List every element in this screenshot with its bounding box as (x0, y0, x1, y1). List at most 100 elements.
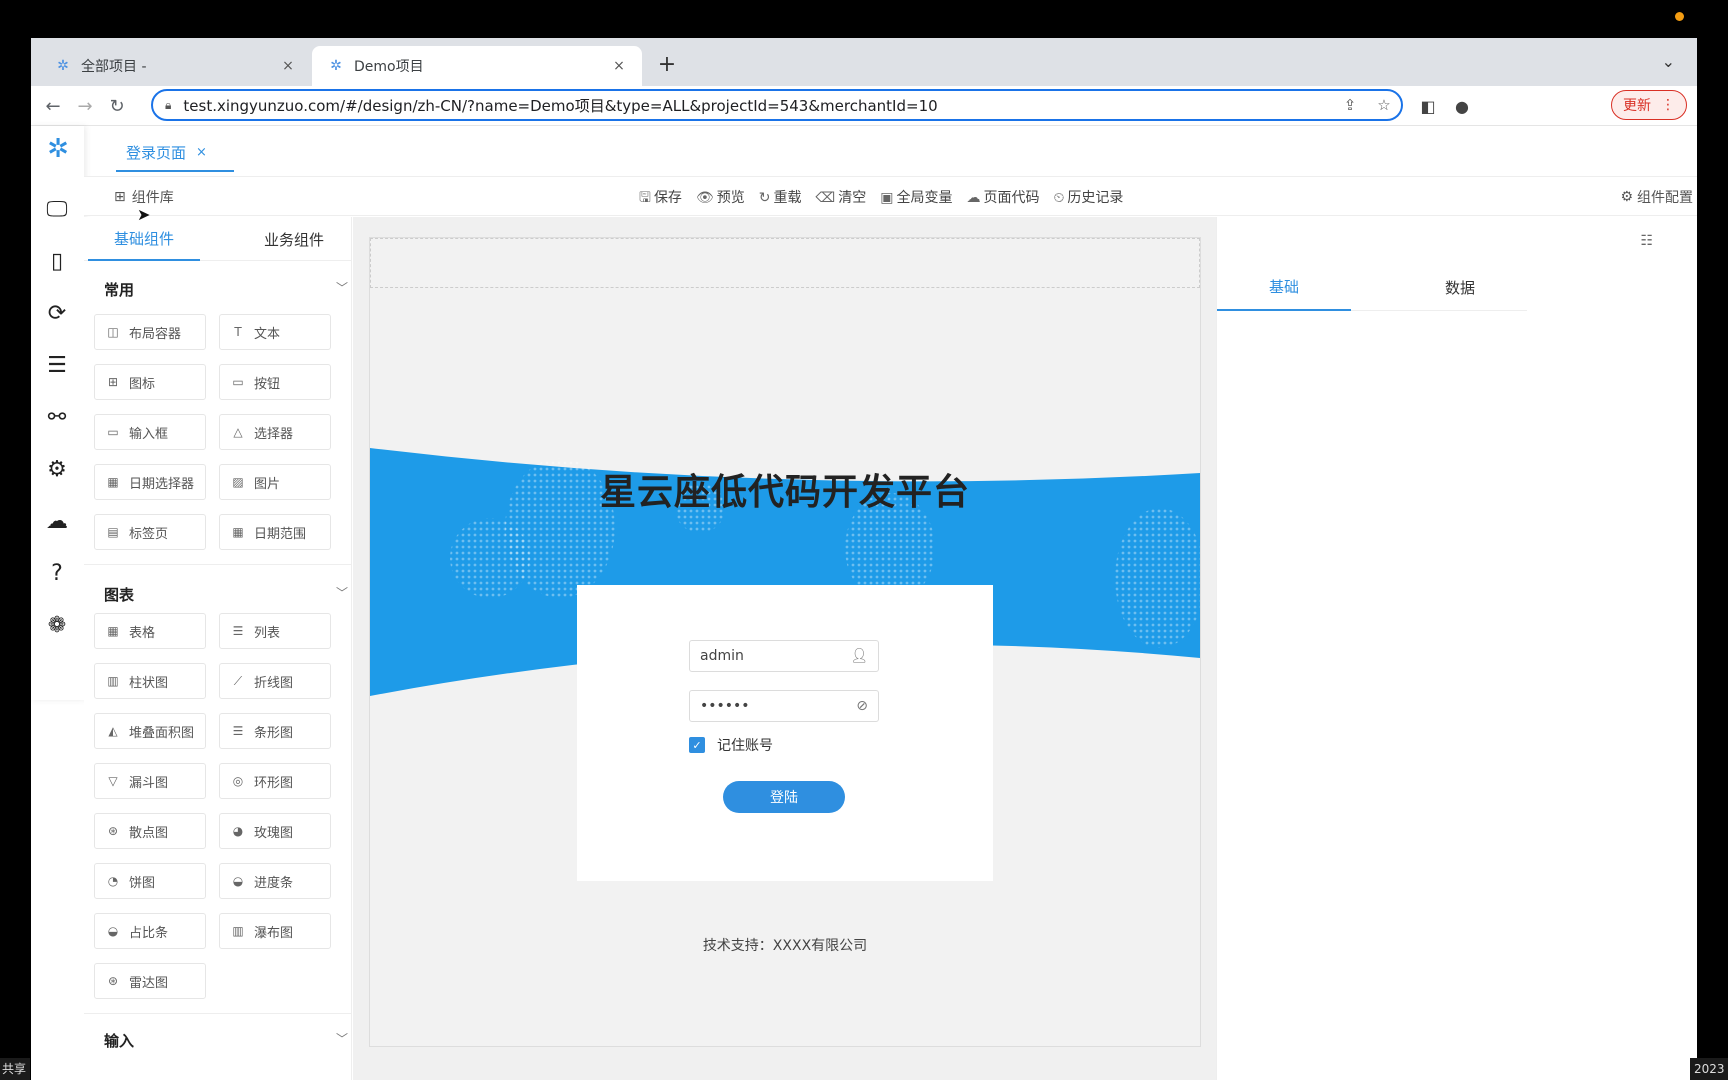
component-item[interactable]: △ 选择器 (219, 414, 331, 450)
gear-icon[interactable]: ⚙ (42, 454, 72, 484)
component-item[interactable]: ▦ 日期选择器 (94, 464, 206, 500)
share-icon[interactable]: ⇪ (1333, 96, 1367, 114)
browser-tab-all-projects[interactable]: ✲ 全部项目 - × (39, 46, 311, 86)
help-icon[interactable]: ? (42, 558, 72, 588)
drop-zone[interactable] (370, 238, 1200, 288)
component-item[interactable]: ☰ 条形图 (219, 713, 331, 749)
bookmark-star-icon[interactable]: ☆ (1367, 96, 1401, 114)
component-tree-icon[interactable]: ☷ (1640, 233, 1653, 249)
clear-button[interactable]: ⌫ 清空 (815, 187, 866, 211)
tab-close-icon[interactable]: × (610, 58, 628, 74)
monitor-icon[interactable]: 🖵 (42, 194, 72, 224)
component-item[interactable]: ▥ 瀑布图 (219, 913, 331, 949)
lock-icon: 🔒︎ (165, 97, 172, 112)
component-label: 进度条 (254, 875, 294, 891)
app-logo-icon[interactable]: ✲ (41, 134, 75, 168)
new-tab-button[interactable]: + (653, 52, 681, 77)
gear-icon: ⚙ (1620, 189, 1633, 205)
component-item[interactable]: T 文本 (219, 314, 331, 350)
component-item[interactable]: ◕ 玫瑰图 (219, 813, 331, 849)
page-code-button[interactable]: ☁ 页面代码 (966, 187, 1039, 211)
eye-off-icon[interactable]: ⊘ (856, 698, 868, 714)
tab-search-chevron-icon[interactable]: ⌄ (1662, 52, 1675, 71)
component-label: 折线图 (254, 675, 294, 691)
component-config-button[interactable]: ⚙ 组件配置 (1620, 187, 1693, 207)
component-item[interactable]: ▦ 日期范围 (219, 514, 331, 550)
openai-icon[interactable]: ❁ (42, 610, 72, 640)
component-label: 日期范围 (254, 526, 307, 542)
component-item[interactable]: ◫ 布局容器 (94, 314, 206, 350)
component-label: 堆叠面积图 (129, 725, 195, 741)
tab-basic[interactable]: 基础 (1217, 263, 1351, 311)
component-item[interactable]: ▤ 标签页 (94, 514, 206, 550)
plugin-icon[interactable]: ⚯ (42, 402, 72, 432)
share-indicator: 共享 (0, 1058, 30, 1080)
component-item[interactable]: ⟋ 折线图 (219, 663, 331, 699)
login-button[interactable]: 登陆 (723, 781, 845, 813)
remember-label: 记住账号 (717, 738, 773, 754)
api-icon[interactable]: ⟳ (42, 298, 72, 328)
text-icon: T (234, 325, 242, 339)
mobile-icon[interactable]: ▯ (42, 246, 72, 276)
page-tab-login[interactable]: 登录页面 × (116, 134, 234, 172)
rose-chart-icon: ◕ (232, 824, 244, 838)
password-field[interactable]: •••••• ⊘ (689, 690, 879, 722)
component-item[interactable]: ◒ 进度条 (219, 863, 331, 899)
profile-avatar-icon[interactable]: ● (1447, 91, 1477, 121)
preview-button[interactable]: 👁 预览 (696, 187, 745, 211)
global-variables-label: 全局变量 (896, 190, 953, 206)
section-charts-header[interactable]: 图表 ﹀ (104, 584, 348, 605)
reload-button[interactable]: ↻ 重载 (759, 187, 802, 211)
remember-account[interactable]: ✓ 记住账号 (689, 735, 773, 755)
component-item[interactable]: ⊛ 雷达图 (94, 963, 206, 999)
username-field[interactable]: admin 👤︎ (689, 640, 879, 672)
global-variables-button[interactable]: ▣ 全局变量 (880, 187, 952, 211)
tab-business-components[interactable]: 业务组件 (238, 217, 350, 261)
component-item[interactable]: ▽ 漏斗图 (94, 763, 206, 799)
tab-data[interactable]: 数据 (1393, 263, 1527, 311)
forward-arrow-icon[interactable]: → (71, 92, 99, 120)
chevron-down-icon: ﹀ (335, 281, 348, 295)
component-item[interactable]: ◔ 饼图 (94, 863, 206, 899)
address-bar[interactable]: 🔒︎ test.xingyunzuo.com/#/design/zh-CN/?n… (151, 89, 1403, 121)
tab-label: Demo项目 (354, 59, 424, 75)
component-item[interactable]: ▨ 图片 (219, 464, 331, 500)
login-card: admin 👤︎ •••••• ⊘ ✓ 记住账号 登陆 (577, 585, 993, 881)
remember-checkbox[interactable]: ✓ (689, 737, 705, 753)
side-panel-icon[interactable]: ◧ (1413, 91, 1443, 121)
browser-tab-demo[interactable]: ✲ Demo项目 × (312, 46, 642, 86)
history-button[interactable]: ⏲ 历史记录 (1053, 187, 1123, 211)
component-label: 布局容器 (129, 326, 182, 342)
component-item[interactable]: ◒ 占比条 (94, 913, 206, 949)
cloud-upload-icon[interactable]: ☁ (42, 506, 72, 536)
component-label: 列表 (254, 625, 281, 641)
section-common-header[interactable]: 常用 ﹀ (104, 279, 348, 300)
component-item[interactable]: ▭ 按钮 (219, 364, 331, 400)
eraser-icon: ⌫ (815, 190, 836, 206)
component-label: 占比条 (129, 925, 169, 941)
page-tab-close-icon[interactable]: × (196, 145, 207, 160)
tab-close-icon[interactable]: × (279, 58, 297, 74)
component-library-toggle[interactable]: ⊞ 组件库 (114, 187, 174, 207)
component-item[interactable]: ⊞ 图标 (94, 364, 206, 400)
page-frame[interactable]: 星云座低代码开发平台 admin 👤︎ •••••• ⊘ ✓ 记住账号 登陆 技… (369, 237, 1201, 1047)
update-label: 更新 (1623, 98, 1651, 114)
component-item[interactable]: ◎ 环形图 (219, 763, 331, 799)
database-icon[interactable]: ☰ (42, 350, 72, 380)
component-item[interactable]: ⊛ 散点图 (94, 813, 206, 849)
component-item[interactable]: ◭ 堆叠面积图 (94, 713, 206, 749)
component-item[interactable]: ▦ 表格 (94, 613, 206, 649)
component-item[interactable]: ▥ 柱状图 (94, 663, 206, 699)
back-arrow-icon[interactable]: ← (39, 92, 67, 120)
component-item[interactable]: ☰ 列表 (219, 613, 331, 649)
ring-chart-icon: ◎ (232, 774, 244, 788)
reload-icon[interactable]: ↻ (103, 92, 131, 120)
design-canvas: 星云座低代码开发平台 admin 👤︎ •••••• ⊘ ✓ 记住账号 登陆 技… (353, 217, 1247, 1080)
section-input-header[interactable]: 输入 ﹀ (104, 1030, 348, 1051)
component-item[interactable]: ▭ 输入框 (94, 414, 206, 450)
page-tab-label: 登录页面 (126, 143, 187, 162)
update-button[interactable]: 更新 ⋮ (1611, 90, 1687, 120)
save-button[interactable]: 🖫 保存 (639, 187, 682, 211)
chevron-down-icon: ﹀ (335, 1032, 348, 1046)
variable-icon: ▣ (880, 190, 894, 206)
